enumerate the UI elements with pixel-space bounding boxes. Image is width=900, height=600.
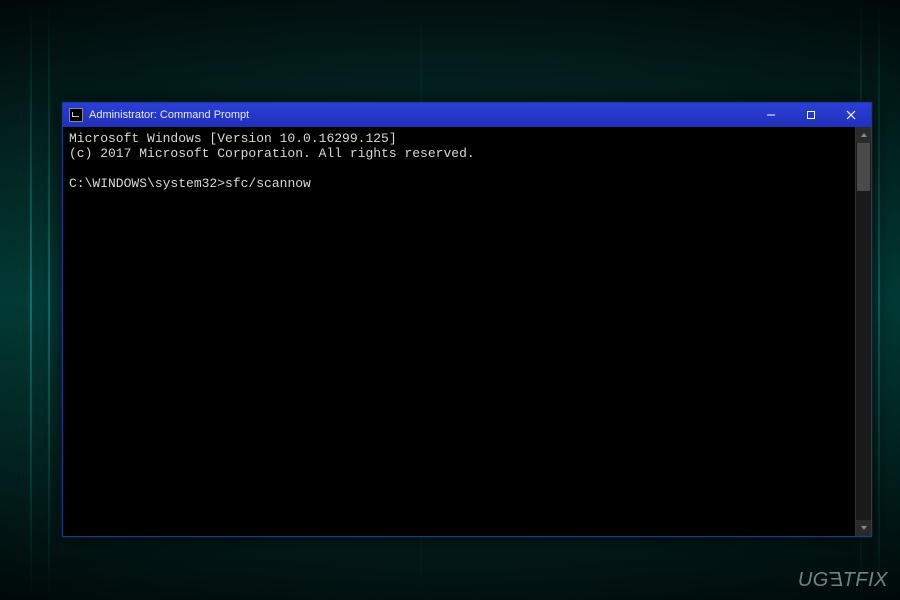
chevron-down-icon	[860, 524, 868, 532]
chevron-up-icon	[860, 131, 868, 139]
watermark-e: E	[829, 569, 843, 592]
output-line: (c) 2017 Microsoft Corporation. All righ…	[69, 146, 475, 161]
window-title: Administrator: Command Prompt	[89, 109, 751, 121]
watermark-suffix: TFIX	[843, 569, 888, 591]
window-controls	[751, 103, 871, 127]
terminal-body: Microsoft Windows [Version 10.0.16299.12…	[63, 127, 871, 536]
maximize-button[interactable]	[791, 103, 831, 127]
terminal-output[interactable]: Microsoft Windows [Version 10.0.16299.12…	[63, 127, 855, 536]
scroll-up-button[interactable]	[856, 127, 871, 143]
close-icon	[846, 110, 856, 120]
minimize-icon	[766, 110, 776, 120]
scroll-down-button[interactable]	[856, 520, 871, 536]
titlebar[interactable]: Administrator: Command Prompt	[63, 103, 871, 127]
command-prompt-window: Administrator: Command Prompt Microsoft …	[62, 102, 872, 537]
watermark-prefix: UG	[798, 569, 829, 591]
minimize-button[interactable]	[751, 103, 791, 127]
cmd-icon	[69, 108, 83, 122]
prompt-path: C:\WINDOWS\system32>	[69, 176, 225, 191]
maximize-icon	[806, 110, 816, 120]
scroll-thumb[interactable]	[857, 143, 870, 191]
close-button[interactable]	[831, 103, 871, 127]
output-line: Microsoft Windows [Version 10.0.16299.12…	[69, 131, 397, 146]
command-input[interactable]: sfc/scannow	[225, 176, 311, 191]
vertical-scrollbar[interactable]	[855, 127, 871, 536]
watermark-logo: UGETFIX	[798, 569, 888, 592]
